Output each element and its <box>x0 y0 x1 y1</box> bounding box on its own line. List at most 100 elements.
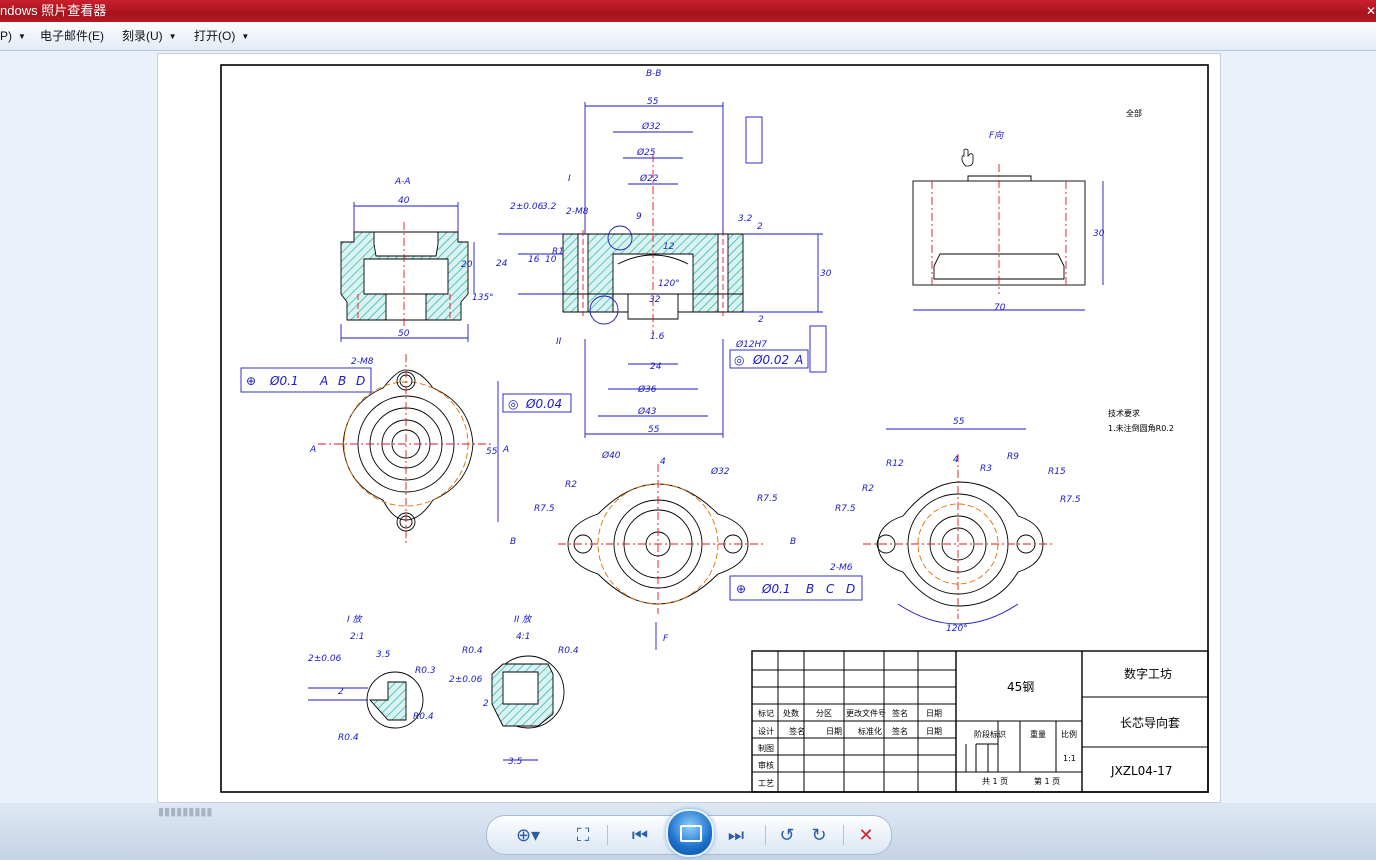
drawing-image: B-B A-A F向 55 Ø32 Ø25 Ø22 40 20 50 135° … <box>157 53 1221 803</box>
fcf-conc-right-tol: Ø0.02 <box>752 353 789 367</box>
dim-1-6: 1.6 <box>650 332 665 342</box>
dim-r15: R15 <box>1048 467 1066 477</box>
menu-open[interactable]: 打开(O) ▼ <box>194 22 249 50</box>
label-ii: II <box>556 337 562 347</box>
tb-std: 标准化 <box>858 726 882 736</box>
det1-2006: 2±0.06 <box>308 654 342 664</box>
separator <box>607 825 608 845</box>
tb-check: 审核 <box>758 760 774 770</box>
fcf-aa-a: A <box>319 374 328 388</box>
hand-cursor-icon <box>961 148 974 167</box>
ghost-text: ▮▮▮▮▮▮▮▮▮ <box>158 806 213 818</box>
tb-zone: 分区 <box>816 709 832 718</box>
tb-process: 工艺 <box>758 779 774 788</box>
dim-2m8-top: 2-M8 <box>351 357 374 367</box>
label-view-f: F向 <box>989 130 1004 141</box>
dim-r3: R3 <box>980 464 992 474</box>
menu-bar: P) ▼ 电子邮件(E) 刻录(U) ▼ 打开(O) ▼ <box>0 22 1376 51</box>
dim-r7-5-d: R7.5 <box>835 504 856 514</box>
tb-mark: 标记 <box>758 708 774 718</box>
rotate-ccw-icon[interactable]: ↺ <box>773 816 801 854</box>
fcf-bot-c: C <box>826 582 835 596</box>
actual-size-icon[interactable]: ⛶ <box>565 816 601 854</box>
tb-sign3: 签名 <box>892 726 908 736</box>
label-f-arrow: F <box>663 634 669 644</box>
det1-r04-a: R0.4 <box>338 733 359 743</box>
tb-company: 数字工坊 <box>1124 666 1172 681</box>
dim-d43: Ø43 <box>637 406 657 417</box>
dim-2-right: 2 <box>757 222 763 232</box>
dim-9: 9 <box>636 212 642 222</box>
menu-open-label: 打开(O) <box>194 29 236 43</box>
fcf-aa-d: D <box>356 374 365 388</box>
position-frame-aa <box>240 367 372 393</box>
dim-32-inner: 32 <box>649 295 661 305</box>
dim-2m8-bb: 2-M8 <box>566 207 589 217</box>
tb-page: 第 1 页 <box>1034 776 1060 786</box>
label-bb: B-B <box>646 69 661 79</box>
det1-35: 3.5 <box>376 650 391 660</box>
delete-icon[interactable]: ✕ <box>851 816 881 854</box>
dim-2-bottom: 2 <box>758 315 764 325</box>
tb-ratio: 比例 <box>1061 729 1077 739</box>
dim-r12: R12 <box>886 459 904 469</box>
drawing-border <box>220 64 1209 793</box>
slideshow-icon[interactable] <box>666 809 714 857</box>
dim-4-right: 4 <box>953 455 959 465</box>
fcf-bot-b: B <box>806 582 814 596</box>
dim-2-006-top: 2±0.06 <box>510 202 544 212</box>
label-b-right: B <box>790 537 796 547</box>
tb-draw: 制图 <box>758 743 774 753</box>
label-i: I <box>568 174 571 184</box>
dim-d12h7: Ø12H7 <box>735 339 767 350</box>
tb-total-pages: 共 1 页 <box>982 777 1008 786</box>
chevron-down-icon: ▼ <box>241 32 250 41</box>
rough-3-2-left: 3.2 <box>542 202 557 212</box>
dim-d25: Ø25 <box>636 147 656 158</box>
det2-r04-a: R0.4 <box>462 646 483 656</box>
dim-r9: R9 <box>1007 452 1019 462</box>
separator <box>843 825 844 845</box>
dim-120-bb: 120° <box>658 279 680 289</box>
dim-55-bottom: 55 <box>648 425 660 435</box>
dim-120-right: 120° <box>946 624 968 634</box>
dim-16: 16 <box>528 255 540 265</box>
previous-icon[interactable]: ⏮ <box>623 816 657 854</box>
tb-part-name: 长芯导向套 <box>1120 715 1180 730</box>
next-icon[interactable]: ⏭ <box>719 816 753 854</box>
menu-burn[interactable]: 刻录(U) ▼ <box>122 22 177 50</box>
view-f <box>912 164 1104 311</box>
det2-35: 3.5 <box>508 757 523 767</box>
det1-r03: R0.3 <box>415 666 436 676</box>
dim-d36: Ø36 <box>637 384 657 395</box>
menu-burn-label: 刻录(U) <box>122 29 163 43</box>
rough-3-2-right: 3.2 <box>738 214 753 224</box>
rotate-cw-icon[interactable]: ↻ <box>805 816 833 854</box>
label-b-left: B <box>510 537 516 547</box>
engineering-drawing: B-B A-A F向 55 Ø32 Ø25 Ø22 40 20 50 135° … <box>220 64 1209 793</box>
tb-date: 日期 <box>926 709 942 718</box>
det2-2006: 2±0.06 <box>449 675 483 685</box>
tb-stage: 阶段标识 <box>974 729 1006 739</box>
window-title: ndows 照片查看器 <box>0 3 107 18</box>
detail-view-1 <box>308 671 424 729</box>
close-window-button[interactable]: ✕ <box>1366 2 1376 20</box>
slideshow-glyph <box>680 825 702 842</box>
menu-email[interactable]: 电子邮件(E) <box>40 22 104 50</box>
zoom-icon[interactable]: ⊕▾ <box>509 816 547 854</box>
fcf-conc-left-tol: Ø0.04 <box>525 397 562 411</box>
dim-24b: 24 <box>650 362 662 372</box>
fcf-bot-tol: Ø0.1 <box>761 582 791 596</box>
dim-135: 135° <box>472 293 494 303</box>
dim-10: 10 <box>545 255 557 265</box>
label-detail-2: II 放 <box>514 614 533 625</box>
dim-50: 50 <box>398 329 410 339</box>
tb-date2: 日期 <box>826 727 842 736</box>
dim-30-f: 30 <box>1093 229 1105 239</box>
note-tech-1: 1.未注倒圆角R0.2 <box>1108 423 1174 433</box>
tb-count: 处数 <box>783 708 799 718</box>
fcf-bot-symbol: ⊕ <box>736 582 746 596</box>
dim-d32-bot: Ø32 <box>710 466 730 477</box>
menu-print[interactable]: P) ▼ <box>0 22 26 50</box>
label-aa: A-A <box>394 177 411 187</box>
